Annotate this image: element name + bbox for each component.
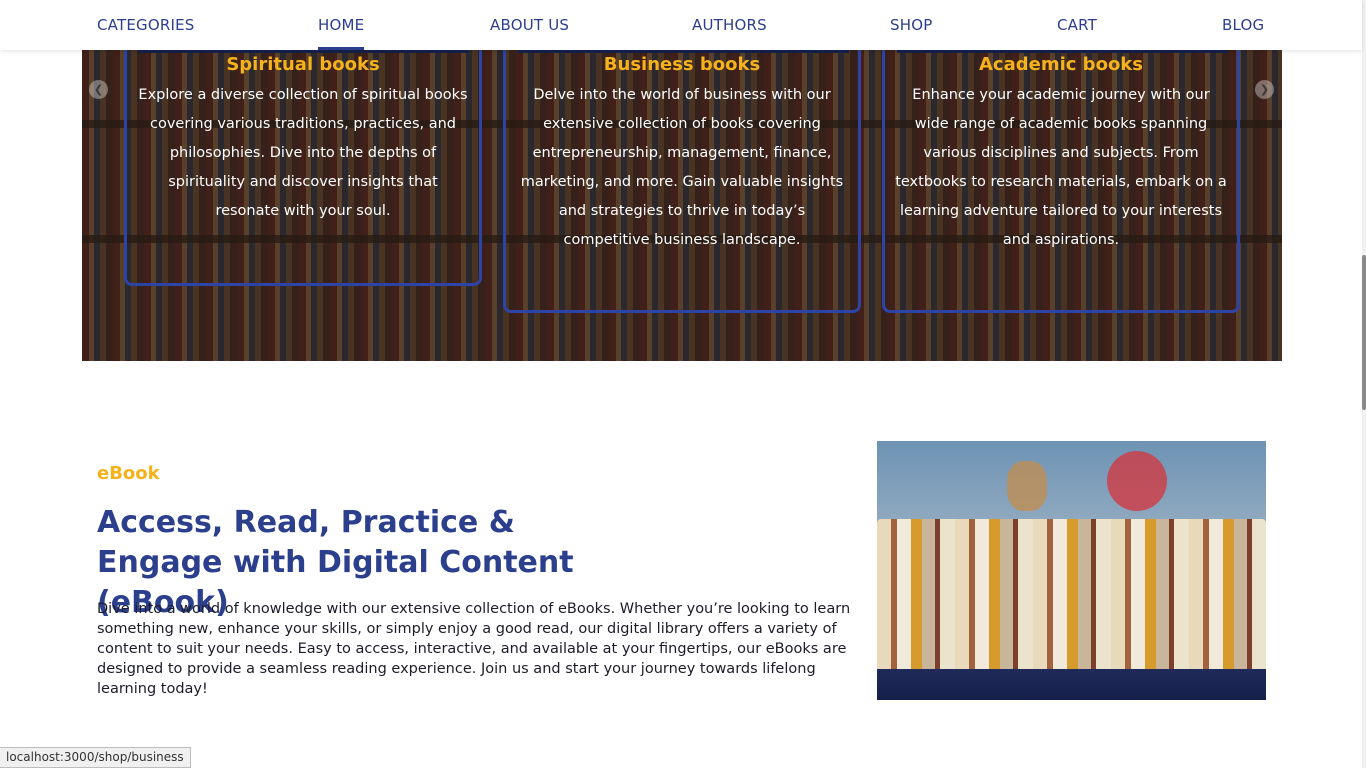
card-description: Delve into the world of business with ou… (520, 87, 844, 248)
card-description: Explore a diverse collection of spiritua… (138, 87, 468, 219)
nav-link-shop[interactable]: SHOP (890, 0, 932, 50)
scrollbar-thumb[interactable] (1362, 255, 1366, 410)
card-title: Academic books (978, 54, 1143, 75)
nav-link-blog[interactable]: BLOG (1222, 0, 1264, 50)
chevron-left-icon[interactable]: ❮ (89, 80, 108, 99)
nav-link-home[interactable]: HOME (318, 0, 365, 50)
section-kicker: eBook (97, 463, 160, 484)
nav-link-authors[interactable]: AUTHORS (692, 0, 767, 50)
section-body: Dive into a world of knowledge with our … (97, 601, 851, 697)
top-navbar: CATEGORIES HOME ABOUT US AUTHORS SHOP CA… (0, 0, 1362, 50)
nav-link-about-us[interactable]: ABOUT US (490, 0, 569, 50)
chevron-right-icon[interactable]: ❯ (1255, 80, 1274, 99)
nav-link-categories[interactable]: CATEGORIES (97, 0, 195, 50)
background-bokeh (1107, 451, 1167, 511)
category-carousel: ❮ ❯ Spiritual books Explore a diverse co… (82, 0, 1282, 361)
page-scrollbar[interactable] (1362, 0, 1366, 768)
nav-link-cart[interactable]: CART (1057, 0, 1097, 50)
card-title: Spiritual books (226, 54, 380, 75)
background-bokeh (1007, 461, 1047, 511)
ebook-image (877, 441, 1266, 700)
link-status-bar: localhost:3000/shop/business (0, 747, 191, 768)
card-description: Enhance your academic journey with our w… (895, 87, 1227, 248)
card-title: Business books (603, 54, 761, 75)
books-row (877, 519, 1266, 669)
